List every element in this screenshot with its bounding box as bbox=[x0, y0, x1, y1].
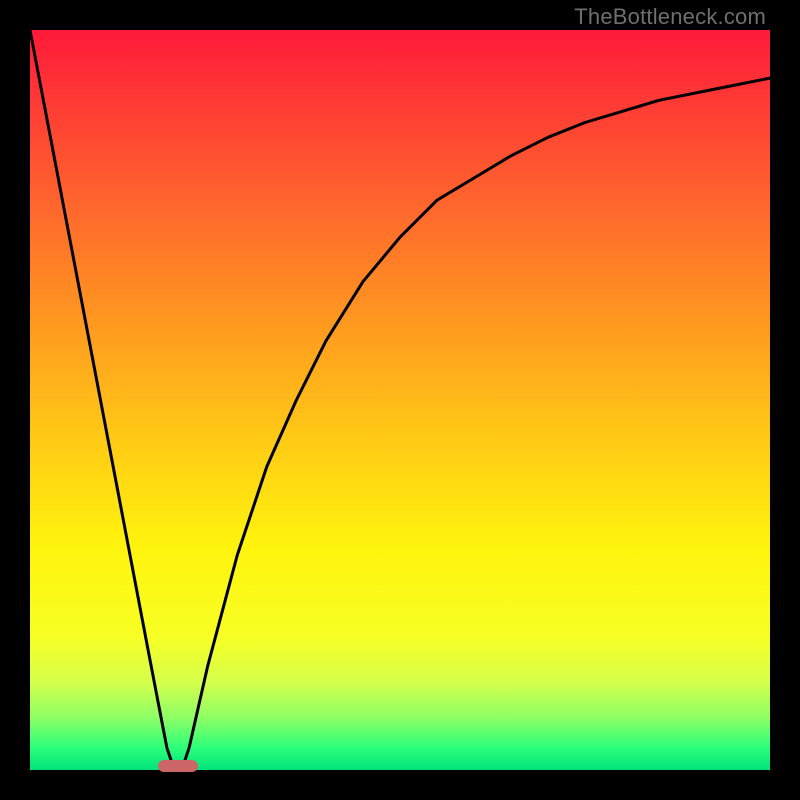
watermark-text: TheBottleneck.com bbox=[574, 4, 766, 30]
curve-path bbox=[30, 30, 770, 770]
chart-frame: TheBottleneck.com bbox=[0, 0, 800, 800]
plot-area bbox=[30, 30, 770, 770]
min-marker bbox=[158, 760, 198, 772]
curve-svg bbox=[30, 30, 770, 770]
